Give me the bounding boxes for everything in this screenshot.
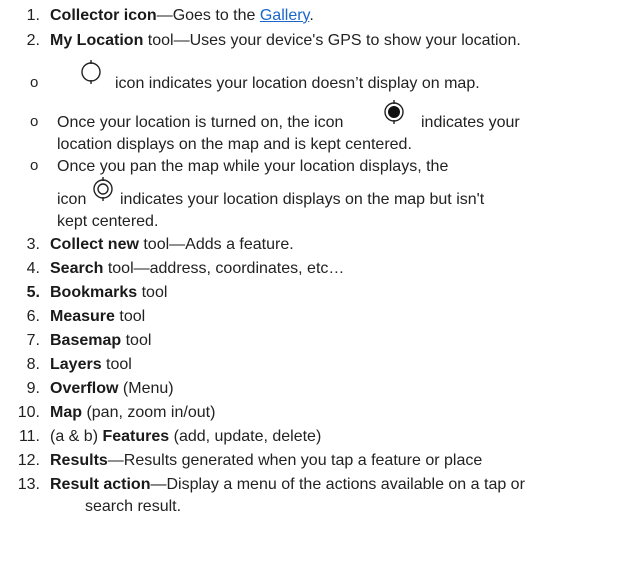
item-number: 5. bbox=[26, 284, 40, 301]
item-text: tool bbox=[101, 356, 132, 373]
item-title: Search bbox=[50, 260, 104, 277]
location-centered-icon bbox=[384, 100, 404, 124]
sub-item-c-line3: kept centered. bbox=[57, 213, 159, 230]
item-title: Result action bbox=[50, 476, 151, 493]
item-title: Map bbox=[50, 404, 82, 421]
item-text: (Menu) bbox=[118, 380, 174, 397]
item-number: 4. bbox=[26, 260, 40, 277]
sub-item-c-line2-end: indicates your location displays on the … bbox=[120, 191, 485, 208]
item-title: Collector icon bbox=[50, 7, 157, 24]
sub-bullet: o bbox=[30, 157, 39, 174]
item-text: tool—address, coordinates, etc… bbox=[103, 260, 345, 277]
item-number: 8. bbox=[26, 356, 40, 373]
item-text: tool bbox=[137, 284, 168, 301]
item-title: Bookmarks bbox=[50, 284, 138, 301]
item-number: 9. bbox=[26, 380, 40, 397]
item-number: 3. bbox=[26, 236, 40, 253]
item-title: Collect new bbox=[50, 236, 139, 253]
item-number: 6. bbox=[26, 308, 40, 325]
item-title: Measure bbox=[50, 308, 115, 325]
sub-item-a-text: icon indicates your location doesn’t dis… bbox=[115, 75, 480, 92]
gallery-link[interactable]: Gallery bbox=[260, 7, 310, 24]
item-number: 13. bbox=[17, 476, 40, 493]
sub-item-c-line1: Once you pan the map while your location… bbox=[57, 158, 449, 175]
item-text: tool bbox=[114, 308, 146, 325]
item-text: (pan, zoom in/out) bbox=[82, 404, 216, 421]
sub-bullet: o bbox=[30, 113, 39, 130]
item-text: (add, update, delete) bbox=[169, 428, 322, 445]
item-number: 7. bbox=[26, 332, 40, 349]
item-number: 10. bbox=[17, 404, 40, 421]
item-text: tool—Uses your device's GPS to show your… bbox=[143, 32, 521, 49]
item-text: tool—Adds a feature. bbox=[138, 236, 294, 253]
item-text: —Display a menu of the actions available… bbox=[150, 476, 525, 493]
location-off-icon bbox=[81, 60, 101, 84]
item-text: tool bbox=[121, 332, 152, 349]
item-prefix: (a & b) bbox=[50, 428, 103, 445]
item-number: 1. bbox=[26, 7, 40, 24]
item-title: Overflow bbox=[50, 380, 119, 397]
sub-item-b-line2: location displays on the map and is kept… bbox=[57, 136, 412, 153]
item-text: —Goes to the bbox=[156, 7, 260, 24]
list-item-13-continuation: search result. bbox=[85, 498, 182, 515]
item-number: 2. bbox=[26, 32, 40, 49]
item-title: My Location bbox=[50, 32, 144, 49]
sub-bullet: o bbox=[30, 74, 39, 91]
item-text: —Results generated when you tap a featur… bbox=[107, 452, 483, 469]
sub-item-c-line2-start: icon bbox=[57, 191, 87, 208]
item-title: Results bbox=[50, 452, 108, 469]
item-title: Basemap bbox=[50, 332, 122, 349]
sub-item-b-line1-end: indicates your bbox=[421, 114, 520, 131]
item-title: Features bbox=[102, 428, 170, 445]
item-number: 11. bbox=[18, 428, 40, 445]
location-not-centered-icon bbox=[93, 177, 113, 201]
sub-item-b-line1: Once your location is turned on, the ico… bbox=[57, 114, 344, 131]
item-number: 12. bbox=[17, 452, 40, 469]
item-title: Layers bbox=[50, 356, 102, 373]
